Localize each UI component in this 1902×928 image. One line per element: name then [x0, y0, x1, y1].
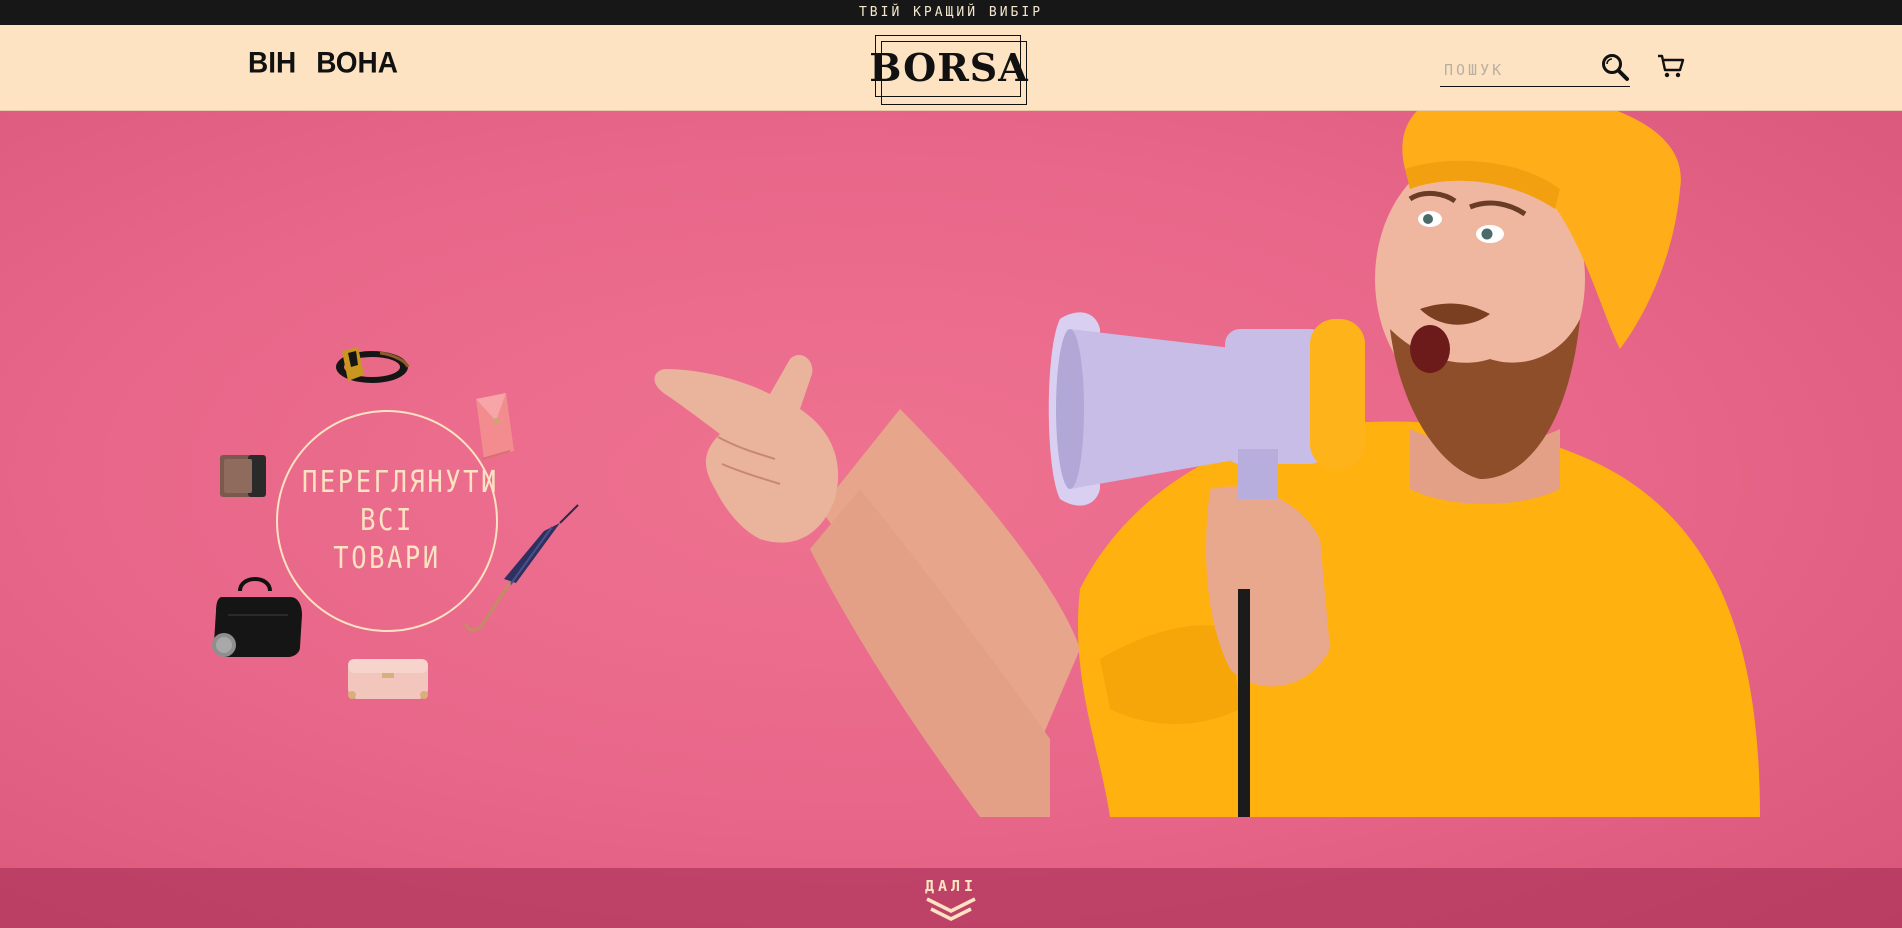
nav-link-she[interactable]: ВОНА — [316, 46, 398, 80]
product-brown-wallet-icon[interactable] — [218, 451, 270, 501]
product-black-bag-icon[interactable] — [208, 571, 306, 661]
tagline: ТВІЙ КРАЩИЙ ВИБІР — [858, 5, 1044, 20]
double-chevron-down-icon — [926, 897, 976, 921]
cart-icon[interactable] — [1656, 52, 1686, 80]
search-icon[interactable] — [1600, 52, 1630, 82]
product-belt-icon[interactable] — [324, 329, 414, 395]
view-all-label: ПЕРЕГЛЯНУТИ ВСІ ТОВАРИ — [302, 465, 499, 576]
search-input[interactable] — [1444, 57, 1594, 83]
nav-link-he[interactable]: ВІН — [248, 46, 296, 80]
scroll-next-bar[interactable]: ДАЛІ — [0, 868, 1902, 928]
site-logo[interactable]: BORSA — [869, 35, 1029, 105]
next-label: ДАЛІ — [924, 877, 978, 895]
hero-banner: ПЕРЕГЛЯНУТИ ВСІ ТОВАРИ — [0, 111, 1902, 928]
product-umbrella-icon[interactable] — [452, 501, 582, 641]
top-announcement-bar: ТВІЙ КРАЩИЙ ВИБІР — [0, 0, 1902, 25]
logo-text: BORSA — [869, 44, 1029, 90]
product-pink-wallet-icon[interactable] — [470, 391, 518, 471]
product-beige-bag-icon[interactable] — [338, 651, 438, 707]
main-nav: ВІН ВОНА — [248, 46, 398, 80]
